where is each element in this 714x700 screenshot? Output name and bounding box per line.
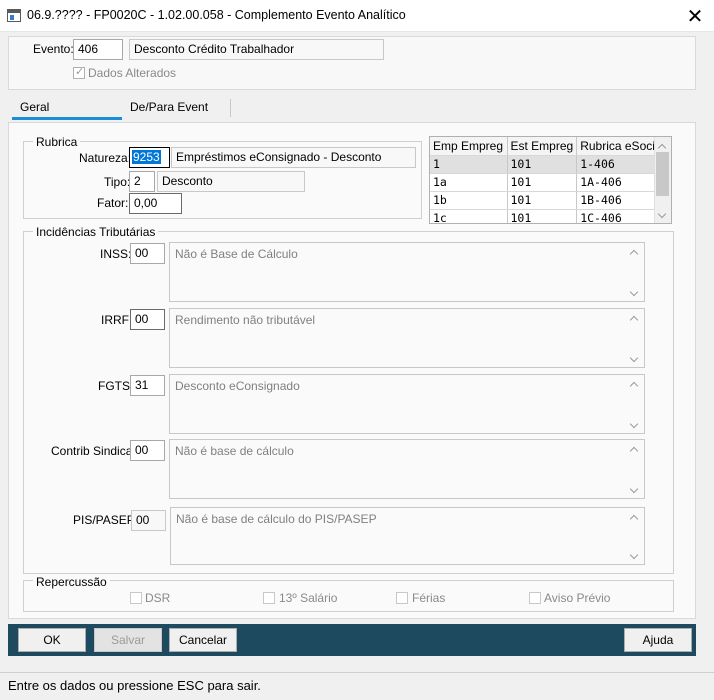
evento-label: Evento: [33,42,74,56]
tab-depara-event[interactable]: De/Para Event [122,98,230,118]
grid-col-emp-empreg[interactable]: Emp Empreg [430,137,508,156]
scroll-up-icon[interactable] [658,142,666,150]
scroll-up-icon[interactable] [630,513,638,521]
scroll-down-icon[interactable] [658,211,666,219]
contrib-sindical-desc-text: Não é base de cálculo [175,444,294,458]
grid-header-row: Emp Empreg Est Empreg Rubrica eSocial [430,137,669,156]
scroll-up-icon[interactable] [630,248,638,256]
fator-label: Fator: [97,196,129,210]
scroll-up-icon[interactable] [630,314,638,322]
salvar-button[interactable]: Salvar [94,628,162,652]
contrib-sindical-memo-scrollbar[interactable] [627,440,643,498]
inss-label: INSS: [100,247,132,261]
contrib-sindical-label: Contrib Sindical: [51,444,139,458]
decimo-terceiro-label: 13º Salário [279,591,338,605]
fgts-desc-memo: Desconto eConsignado [169,374,645,434]
inss-memo-scrollbar[interactable] [627,243,643,301]
ok-button[interactable]: OK [18,628,86,652]
app-window-icon [7,9,21,22]
aviso-previo-checkbox[interactable] [529,592,541,604]
tipo-label: Tipo: [104,175,131,189]
pis-pasep-code-field[interactable]: 00 [131,510,166,531]
scroll-down-icon[interactable] [630,355,638,363]
close-icon[interactable]: ✕ [684,4,706,28]
natureza-code-selected: 9253 [132,150,161,164]
scroll-down-icon[interactable] [630,421,638,429]
pis-pasep-label: PIS/PASEP: [73,513,139,527]
fator-field[interactable]: 0,00 [129,193,182,214]
active-tab-indicator [12,117,122,120]
scroll-down-icon[interactable] [630,486,638,494]
repercussao-group-title: Repercussão [33,575,110,589]
irrf-desc-text: Rendimento não tributável [175,313,316,327]
table-row[interactable]: 1 101 1-406 [430,155,669,174]
scroll-up-icon[interactable] [630,445,638,453]
aviso-previo-label: Aviso Prévio [544,591,611,605]
pis-pasep-memo-scrollbar[interactable] [627,508,643,564]
grid-cell: 1a [430,173,508,192]
scroll-down-icon[interactable] [630,552,638,560]
window-title: 06.9.???? - FP0020C - 1.02.00.058 - Comp… [27,8,406,22]
status-text: Entre os dados ou pressione ESC para sai… [8,678,261,693]
table-row[interactable]: 1a 101 1A-406 [430,173,669,192]
cancelar-button[interactable]: Cancelar [169,628,237,652]
table-row[interactable]: 1c 101 1C-406 [430,209,669,223]
ferias-checkbox[interactable] [396,592,408,604]
dsr-label: DSR [145,591,171,605]
grid-cell: 1c [430,209,508,223]
irrf-memo-scrollbar[interactable] [627,309,643,367]
natureza-code-field[interactable]: 9253 [129,147,170,168]
status-bar: Entre os dados ou pressione ESC para sai… [0,672,714,700]
irrf-desc-memo: Rendimento não tributável [169,308,645,368]
ferias-label: Férias [412,591,446,605]
table-row[interactable]: 1b 101 1B-406 [430,191,669,210]
inss-code-field[interactable]: 00 [130,243,165,264]
grid-scroll-thumb[interactable] [656,152,669,196]
empregador-grid[interactable]: Emp Empreg Est Empreg Rubrica eSocial 1 … [429,136,672,224]
fgts-desc-text: Desconto eConsignado [175,379,300,393]
fgts-label: FGTS: [98,379,134,393]
grid-cell: 101 [507,209,578,223]
scroll-down-icon[interactable] [630,289,638,297]
irrf-code-field[interactable]: 00 [130,309,165,330]
decimo-terceiro-checkbox[interactable] [263,592,275,604]
evento-code-field[interactable]: 406 [73,39,123,60]
dados-alterados-label: Dados Alterados [88,66,177,80]
pis-pasep-desc-text: Não é base de cálculo do PIS/PASEP [176,512,377,526]
dsr-checkbox[interactable] [130,592,142,604]
natureza-desc-field: Empréstimos eConsignado - Desconto [171,147,416,168]
rubrica-group-title: Rubrica [33,135,81,149]
irrf-label: IRRF: [101,313,133,327]
evento-desc-field: Desconto Crédito Trabalhador [129,39,384,60]
grid-cell: 101 [507,155,578,174]
tipo-code-field[interactable]: 2 [129,171,155,192]
contrib-sindical-desc-memo: Não é base de cálculo [169,439,645,499]
grid-cell: 101 [507,173,578,192]
dados-alterados-checkbox[interactable] [73,65,85,79]
grid-cell: 1 [430,155,508,174]
scroll-up-icon[interactable] [630,380,638,388]
grid-cell: 1b [430,191,508,210]
fgts-memo-scrollbar[interactable] [627,375,643,433]
contrib-sindical-code-field[interactable]: 00 [130,440,165,461]
inss-desc-text: Não é Base de Cálculo [175,247,298,261]
fgts-code-field[interactable]: 31 [130,375,165,396]
incidencias-group-title: Incidências Tributárias [33,225,159,239]
grid-cell: 101 [507,191,578,210]
tab-separator [230,99,231,117]
ajuda-button[interactable]: Ajuda [624,628,692,652]
inss-desc-memo: Não é Base de Cálculo [169,242,645,302]
tipo-desc-field: Desconto [157,171,305,192]
grid-col-est-empreg[interactable]: Est Empreg [507,137,578,156]
tab-geral[interactable]: Geral [12,98,122,118]
pis-pasep-desc-memo: Não é base de cálculo do PIS/PASEP [170,507,645,565]
natureza-label: Natureza: [79,151,132,165]
